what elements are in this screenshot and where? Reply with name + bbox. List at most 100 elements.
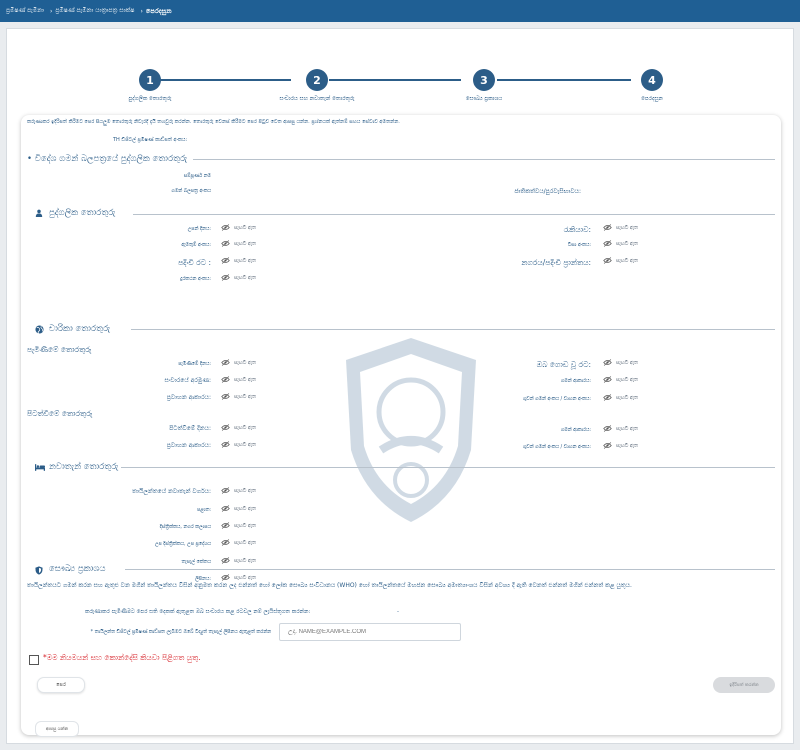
step-4-circle[interactable]: 4 xyxy=(641,69,663,91)
hidden-eye-icon xyxy=(603,224,612,231)
hidden-value-text: සැඟවී ඇත xyxy=(616,395,638,401)
back-button[interactable]: පෙර xyxy=(37,677,85,693)
district-value: සැඟවී ඇත xyxy=(221,522,256,529)
city-value: සැඟවී ඇත xyxy=(603,257,638,264)
departure-travel-mode-label: ගමන් ආකාරය: xyxy=(560,428,591,433)
departure-date-value: සැඟවී ඇත xyxy=(221,424,256,431)
health-vaccination-text: තායිලන්තයට ගමන් කරන සහ ඇතුළු වන මගීන් තා… xyxy=(27,582,632,589)
shield-icon xyxy=(35,566,43,575)
section-divider xyxy=(133,214,775,215)
hidden-value-text: සැඟවී ඇත xyxy=(616,426,638,432)
step-1-circle[interactable]: 1 xyxy=(139,69,161,91)
hidden-value-text: සැඟවී ඇත xyxy=(616,443,638,449)
subdistrict-label: උප දිස්ත්‍රික්කය, උප ප්‍රදේශය xyxy=(154,542,211,547)
application-number-label: TH ඩිජිටල් ප්‍රමිෂණ් කාඩ්පත් අංකය: xyxy=(113,137,188,143)
hidden-eye-icon xyxy=(221,487,230,494)
hidden-value-text: සැඟවී ඇත xyxy=(234,275,256,281)
full-name-label: සම්පූර්ණ නම xyxy=(183,174,211,179)
breadcrumb-separator: › xyxy=(49,7,53,15)
breadcrumb-current: පෙරදසුන xyxy=(145,6,172,15)
boarding-country-label: ඔබ ගොඩ වූ රට: xyxy=(536,360,591,369)
hidden-value-text: සැඟවී ඇත xyxy=(234,540,256,546)
step-2-circle[interactable]: 2 xyxy=(306,69,328,91)
hidden-value-text: සැඟවී ඇත xyxy=(616,258,638,264)
hidden-eye-icon xyxy=(221,274,230,281)
hidden-value-text: සැඟවී ඇත xyxy=(234,241,256,247)
departure-subheading: පිටත්වීමේ තොරතුරු xyxy=(27,409,93,418)
step-connector xyxy=(497,79,631,81)
hidden-eye-icon xyxy=(221,505,230,512)
dob-value: සැඟවී ඇත xyxy=(221,224,256,231)
flight-number-label: ගුවන් ගමන් අංකය / වාහන අංකය: xyxy=(522,397,591,402)
trip-section-title: චාරිකා තොරතුරු xyxy=(49,324,111,334)
step-2-label: සංචාරය සහ නවාතැන් තොරතුරු xyxy=(279,96,355,102)
city-label: නගරය/පදිංචි ප්‍රාන්තය: xyxy=(521,258,591,267)
occupation-label: රැකියාව: xyxy=(563,225,591,234)
transport-mode-value: සැඟවී ඇත xyxy=(221,393,256,400)
phone-label: ඇමතුම් අංකය: xyxy=(181,243,211,248)
hidden-value-text: සැඟවී ඇත xyxy=(616,377,638,383)
section-divider xyxy=(125,569,775,570)
hidden-eye-icon xyxy=(221,240,230,247)
hidden-eye-icon xyxy=(603,240,612,247)
hidden-value-text: සැඟවී ඇත xyxy=(234,377,256,383)
hidden-value-text: සැඟවී ඇත xyxy=(616,225,638,231)
hidden-value-text: සැඟවී ඇත xyxy=(234,225,256,231)
phone-value: සැඟවී ඇත xyxy=(221,240,256,247)
province-value: සැඟවී ඇත xyxy=(221,505,256,512)
departure-transport-label: ප්‍රවාහන ආකාරය: xyxy=(166,442,211,449)
hidden-value-text: සැඟවී ඇත xyxy=(234,442,256,448)
departure-travel-mode-value: සැඟවී ඇත xyxy=(603,425,638,432)
subdistrict-value: සැඟවී ඇත xyxy=(221,539,256,546)
arrival-date-label: පැමිණීමේ දිනය: xyxy=(178,362,211,367)
travel-mode-value: සැඟවී ඇත xyxy=(603,376,638,383)
top-navigation-bar: ප්‍රමිෂණ් පැමිනා › ප්‍රමිෂණ් පැමිනා යාත්… xyxy=(0,0,800,22)
bottom-back-button[interactable]: ආපසු යන්න xyxy=(35,721,79,737)
travel-mode-label: ගමන් ආකාරය: xyxy=(560,379,591,384)
breadcrumb-home[interactable]: ප්‍රමිෂණ් පැමිනා xyxy=(6,7,44,15)
step-4-label: පෙරදසුන xyxy=(641,96,663,102)
hidden-value-text: සැඟවී ඇත xyxy=(234,488,256,494)
visa-label: වීසා අංකය: xyxy=(567,243,591,248)
terms-agreement-text: *මම නියමයන් සහ කොන්දේසි කියවා පිළිගත යුත… xyxy=(43,653,201,662)
person-icon xyxy=(35,209,43,217)
email-input[interactable] xyxy=(279,623,461,641)
hidden-eye-icon xyxy=(221,522,230,529)
hidden-eye-icon xyxy=(603,425,612,432)
health-section: සෞඛ්‍ය ප්‍රකාශය තායිලන්තයට ගමන් කරන සහ ඇ… xyxy=(21,563,781,735)
boarding-country-value: සැඟවී ඇත xyxy=(603,359,638,366)
occupation-value: සැඟවී ඇත xyxy=(603,224,638,231)
departure-transport-value: සැඟවී ඇත xyxy=(221,441,256,448)
departure-flight-label: ගුවන් ගමන් අංකය / වාහන අංකය: xyxy=(522,445,591,450)
dob-label: උපන් දිනය: xyxy=(187,227,211,232)
submit-button[interactable]: ඉදිරිපත් කරන්න xyxy=(713,677,775,693)
visited-countries-question: කරුණාකර පැමිණීමට පෙර සති දෙකක් ඇතුළත ඔබ … xyxy=(85,609,311,615)
hidden-value-text: සැඟවී ඇත xyxy=(616,241,638,247)
departure-date-label: පිටත්වීමේ දිනය: xyxy=(169,425,211,432)
accommodation-type-label: තායිලන්තයේ නවාතැන් වර්ගය: xyxy=(132,488,211,495)
breadcrumb-separator: › xyxy=(140,7,143,15)
hidden-value-text: සැඟවී ඇත xyxy=(234,360,256,366)
arrival-date-value: සැඟවී ඇත xyxy=(221,359,256,366)
breadcrumb-section[interactable]: ප්‍රමිෂණ් පැමිනා යාත්‍රාපත්‍ර සාක්ෂ xyxy=(55,7,134,15)
visa-value: සැඟවී ඇත xyxy=(603,240,638,247)
passport-section-title-text: විදේශ ගමන් බලපත්‍රයේ පුද්ගලික තොරතුරු xyxy=(34,154,188,164)
hidden-eye-icon xyxy=(221,257,230,264)
section-divider xyxy=(121,467,775,468)
telephone-label: දුරකථන අංකය: xyxy=(180,277,211,282)
hidden-eye-icon xyxy=(221,393,230,400)
hidden-eye-icon xyxy=(603,394,612,401)
email-label: * තායිලන්ත ඩිජිටල් ප්‍රමිෂණ් කාඩ්පත ලැබී… xyxy=(90,630,271,635)
terms-checkbox[interactable] xyxy=(29,655,39,665)
hidden-eye-icon xyxy=(221,376,230,383)
step-3-circle[interactable]: 3 xyxy=(473,69,495,91)
hidden-value-text: සැඟවී ඇත xyxy=(234,425,256,431)
country-value: සැඟවී ඇත xyxy=(221,257,256,264)
nationality-label: ජාතිකත්වය/පුරවැසිභාවය: xyxy=(514,188,581,195)
section-divider xyxy=(131,329,775,330)
intro-text: කරුණාකර ඉදිරිපත් කිරීමට පෙර සියලුම තොරතු… xyxy=(27,119,400,125)
bed-icon xyxy=(35,464,45,471)
accommodation-type-value: සැඟවී ඇත xyxy=(221,487,256,494)
district-label: දිස්ත්‍රික්කය, නගර කලාපය xyxy=(159,525,211,530)
hidden-value-text: සැඟවී ඇත xyxy=(234,394,256,400)
